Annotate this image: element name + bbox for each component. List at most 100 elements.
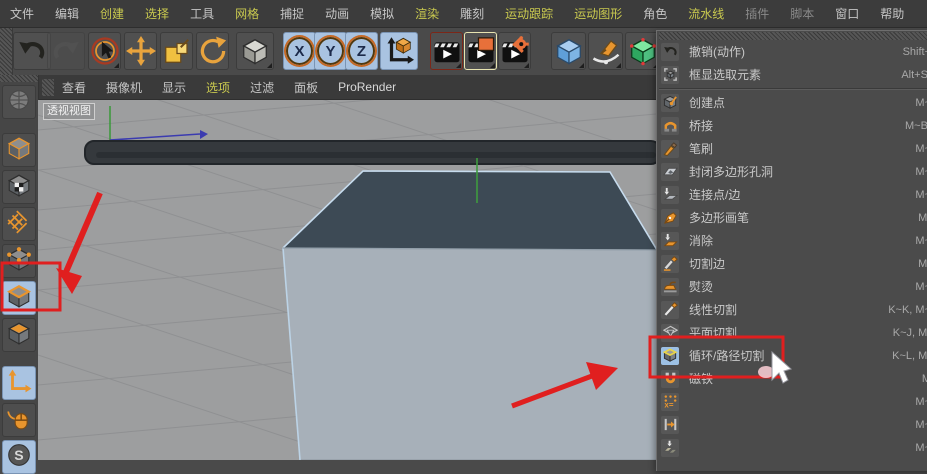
scale-button[interactable]	[160, 32, 193, 70]
sidebar-edge-mode-button[interactable]	[2, 281, 36, 315]
context-menu-item-线性切割[interactable]: 线性切割K~K, M~	[657, 298, 927, 321]
bridge-icon	[661, 117, 679, 135]
context-menu-item-桥接[interactable]: 桥接M~B,	[657, 114, 927, 137]
subdivision-surface-button[interactable]	[625, 32, 660, 70]
edge-mode-icon	[6, 283, 32, 314]
menubar-item-5[interactable]: 网格	[235, 5, 259, 22]
context-menu-item-label: 桥接	[689, 117, 713, 134]
context-menu-item-框显选取元素[interactable]: 框显选取元素Alt+S,	[657, 63, 927, 86]
polygon-mode-icon	[6, 320, 32, 351]
redo-button[interactable]	[47, 32, 85, 70]
y-axis-icon: Y	[315, 35, 346, 67]
menubar-item-7[interactable]: 动画	[325, 5, 349, 22]
z-axis-lock-button[interactable]: Z	[345, 32, 378, 70]
viewport-menubar-drag-handle[interactable]	[42, 79, 54, 96]
context-menu-item-shortcut: K~K, M~	[888, 304, 927, 316]
menubar-item-4[interactable]: 工具	[190, 5, 214, 22]
magnet-icon	[661, 370, 679, 388]
context-menu-item-封闭多边形孔洞[interactable]: 封闭多边形孔洞M~	[657, 160, 927, 183]
context-menu-item-熨烫[interactable]: 熨烫M~	[657, 275, 927, 298]
polygon-pen-icon	[661, 209, 679, 227]
viewport-menu-item-0[interactable]: 查看	[62, 79, 86, 96]
context-menu-item-row-18[interactable]: M~	[657, 436, 927, 459]
context-menu-item-创建点[interactable]: 创建点M~	[657, 91, 927, 114]
context-menu-item-笔刷[interactable]: 笔刷 M~	[657, 137, 927, 160]
context-menu-item-多边形画笔[interactable]: 多边形画笔M-	[657, 206, 927, 229]
render-picture-viewer-button[interactable]	[464, 32, 497, 70]
undo-button[interactable]	[13, 32, 51, 70]
move-button[interactable]	[124, 32, 157, 70]
model-mode-icon	[6, 135, 32, 166]
x-axis-lock-button[interactable]: X	[283, 32, 316, 70]
context-menu-tearoff-handle[interactable]	[659, 32, 927, 40]
menubar-item-2[interactable]: 创建	[100, 5, 124, 22]
context-menu-item-循环/路径切割[interactable]: 循环/路径切割K~L, M-	[657, 344, 927, 367]
menubar-item-0[interactable]: 文件	[10, 5, 34, 22]
context-menu-item-row-17[interactable]: M~	[657, 413, 927, 436]
viewport-menu-item-2[interactable]: 显示	[162, 79, 186, 96]
context-menu-item-切割边[interactable]: 切割边M-	[657, 252, 927, 275]
context-menu-item-平面切割[interactable]: 平面切割K~J, M-	[657, 321, 927, 344]
sidebar-texture-mode-button[interactable]	[2, 170, 36, 204]
cut-edge-icon	[661, 255, 679, 273]
menubar-item-15[interactable]: 插件	[745, 5, 769, 22]
context-menu-item-label: 撤销(动作)	[689, 43, 745, 60]
menubar-item-12[interactable]: 运动图形	[574, 5, 622, 22]
viewport-view-label[interactable]: 透视视图	[43, 103, 95, 120]
context-menu-item-shortcut: K~L, M-	[892, 350, 927, 362]
menubar-item-16[interactable]: 脚本	[790, 5, 814, 22]
render-settings-button[interactable]	[498, 32, 531, 70]
context-menu-item-连接点/边[interactable]: 连接点/边M~	[657, 183, 927, 206]
context-menu-item-撤销(动作)[interactable]: 撤销(动作)Shift+	[657, 40, 927, 63]
sidebar-drag-handle[interactable]	[0, 75, 38, 82]
context-menu-item-row-16[interactable]: x=M~	[657, 390, 927, 413]
viewport-3d[interactable]: 透视视图	[38, 100, 656, 460]
menubar-item-9[interactable]: 渲染	[415, 5, 439, 22]
sidebar-points-mode-button[interactable]	[2, 244, 36, 278]
viewport-menu-item-5[interactable]: 面板	[294, 79, 318, 96]
render-view-button[interactable]	[430, 32, 463, 70]
context-menu-item-shortcut: M~	[915, 143, 927, 155]
context-menu-item-label: 笔刷	[689, 140, 713, 157]
menubar-item-6[interactable]: 捕捉	[280, 5, 304, 22]
sidebar-make-editable-button[interactable]	[2, 85, 36, 119]
workplane-icon	[6, 209, 32, 240]
context-menu-item-label: 消除	[689, 232, 713, 249]
loop-path-cut-icon	[661, 347, 679, 365]
rotate-button[interactable]	[196, 32, 229, 70]
menubar-item-11[interactable]: 运动跟踪	[505, 5, 553, 22]
sidebar-workplane-button[interactable]	[2, 207, 36, 241]
menubar-item-10[interactable]: 雕刻	[460, 5, 484, 22]
undo-icon	[661, 43, 679, 61]
pen-tool-button[interactable]	[588, 32, 623, 70]
menubar-item-3[interactable]: 选择	[145, 5, 169, 22]
sidebar-viewport-solo-button[interactable]	[2, 403, 36, 437]
context-menu-item-消除[interactable]: 消除M~	[657, 229, 927, 252]
context-menu-item-shortcut: M~	[915, 97, 927, 109]
menubar-item-18[interactable]: 帮助	[880, 5, 904, 22]
sidebar-polygon-mode-button[interactable]	[2, 318, 36, 352]
menubar-item-14[interactable]: 流水线	[688, 5, 724, 22]
last-used-tool-button[interactable]	[236, 32, 274, 70]
menubar-item-13[interactable]: 角色	[643, 5, 667, 22]
toolbar-drag-handle[interactable]	[0, 28, 13, 75]
sidebar-model-mode-button[interactable]	[2, 133, 36, 167]
menubar-item-8[interactable]: 模拟	[370, 5, 394, 22]
context-menu-item-shortcut: M~	[915, 419, 927, 431]
y-axis-lock-button[interactable]: Y	[314, 32, 347, 70]
context-menu-item-label: 切割边	[689, 255, 725, 272]
viewport-menu-item-6[interactable]: ProRender	[338, 80, 396, 94]
viewport-menu-item-4[interactable]: 过滤	[250, 79, 274, 96]
context-menu-item-磁铁[interactable]: 磁铁M	[657, 367, 927, 390]
menubar-item-17[interactable]: 窗口	[835, 5, 859, 22]
snap-icon: S	[6, 442, 32, 473]
viewport-menu-item-1[interactable]: 摄像机	[106, 79, 142, 96]
viewport-menu-item-3[interactable]: 选项	[206, 79, 230, 96]
sidebar-enable-axis-button[interactable]	[2, 366, 36, 400]
make-editable-icon	[6, 87, 32, 118]
sidebar-snap-button[interactable]: S	[2, 440, 36, 474]
live-selection-button[interactable]	[88, 32, 121, 70]
add-cube-button[interactable]	[551, 32, 586, 70]
menubar-item-1[interactable]: 编辑	[55, 5, 79, 22]
coordinate-system-button[interactable]	[380, 32, 418, 70]
